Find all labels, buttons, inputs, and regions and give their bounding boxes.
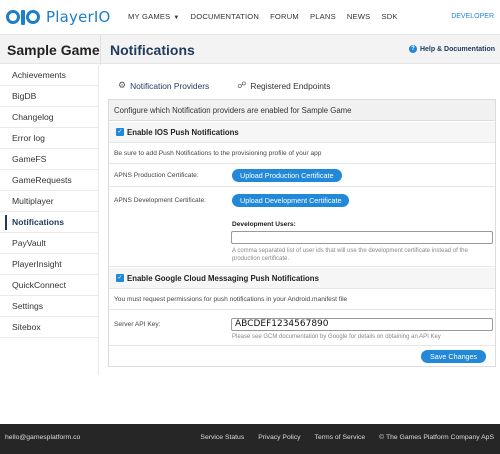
gear-icon: ⚙: [118, 80, 127, 90]
sidebar-item-settings[interactable]: Settings: [0, 296, 98, 317]
sidebar-item-error-log[interactable]: Error log: [0, 128, 98, 149]
nav-forum[interactable]: FORUM: [270, 12, 299, 21]
game-title: Sample Game: [7, 42, 100, 58]
nav-my-games[interactable]: MY GAMES ▼: [128, 12, 180, 21]
api-key-row: Server API Key: ABCDEF1234567890 Please …: [109, 311, 495, 346]
footer-privacy-policy[interactable]: Privacy Policy: [258, 434, 300, 441]
brand-name: PlayerIO: [46, 8, 111, 26]
nav-plans[interactable]: PLANS: [310, 12, 336, 21]
tab-bar: ⚙ Notification Providers ☍ Registered En…: [118, 80, 330, 95]
providers-panel: Configure which Notification providers a…: [108, 99, 496, 367]
title-divider: [100, 35, 101, 65]
playerio-logo[interactable]: PlayerIO: [6, 6, 111, 28]
prod-cert-row: APNS Production Certificate: Upload Prod…: [109, 165, 495, 187]
api-key-label: Server API Key:: [114, 321, 161, 328]
footer: hello@gamesplatform.co Service Status Pr…: [0, 424, 500, 454]
dev-cert-row: APNS Development Certificate: Upload Dev…: [109, 188, 495, 267]
sidebar-item-changelog[interactable]: Changelog: [0, 107, 98, 128]
sidebar-item-bigdb[interactable]: BigDB: [0, 86, 98, 107]
sidebar-item-playerinsight[interactable]: PlayerInsight: [0, 254, 98, 275]
development-users-help: A comma separated list of user ids that …: [232, 248, 468, 262]
sidebar-item-achievements[interactable]: Achievements: [0, 65, 98, 86]
help-documentation-link[interactable]: ? Help & Documentation: [408, 45, 495, 53]
sidebar: Achievements BigDB Changelog Error log G…: [0, 65, 98, 338]
gcm-section-header: ✓ Enable Google Cloud Messaging Push Not…: [109, 268, 495, 289]
main-nav: MY GAMES ▼ DOCUMENTATION FORUM PLANS NEWS…: [128, 12, 409, 21]
sidebar-item-sitebox[interactable]: Sitebox: [0, 317, 98, 338]
save-changes-button[interactable]: Save Changes: [421, 350, 487, 363]
nav-documentation[interactable]: DOCUMENTATION: [191, 12, 260, 21]
caret-down-icon: ▼: [173, 15, 180, 21]
sidebar-item-multiplayer[interactable]: Multiplayer: [0, 191, 98, 212]
prod-cert-label: APNS Production Certificate:: [114, 172, 199, 179]
ios-enable-checkbox[interactable]: ✓: [116, 128, 124, 136]
footer-email-link[interactable]: hello@gamesplatform.co: [5, 434, 80, 441]
tab-notification-providers[interactable]: ⚙ Notification Providers: [118, 80, 209, 95]
sidebar-item-gamefs[interactable]: GameFS: [0, 149, 98, 170]
footer-copyright: © The Games Platform Company ApS: [379, 434, 494, 441]
help-icon: ?: [408, 45, 417, 53]
gcm-note: You must request permissions for push no…: [114, 296, 348, 303]
developer-link[interactable]: DEVELOPER: [451, 13, 494, 20]
sidebar-divider: [98, 65, 99, 375]
top-navigation: PlayerIO MY GAMES ▼ DOCUMENTATION FORUM P…: [0, 0, 500, 34]
nav-sdk[interactable]: SDK: [381, 12, 397, 21]
page-title: Notifications: [110, 42, 195, 58]
dev-cert-label: APNS Development Certificate:: [114, 197, 206, 204]
title-band: Sample Game Notifications ? Help & Docum…: [0, 34, 500, 65]
gcm-enable-label: Enable Google Cloud Messaging Push Notif…: [127, 274, 319, 283]
ios-enable-label: Enable IOS Push Notifications: [127, 128, 239, 137]
gcm-note-row: You must request permissions for push no…: [109, 290, 495, 310]
sidebar-item-gamerequests[interactable]: GameRequests: [0, 170, 98, 191]
endpoints-icon: ☍: [237, 80, 247, 90]
logo-icon: [6, 9, 40, 25]
ios-section-header: ✓ Enable IOS Push Notifications: [109, 122, 495, 143]
upload-production-certificate-button[interactable]: Upload Production Certificate: [232, 169, 342, 182]
panel-heading: Configure which Notification providers a…: [109, 100, 495, 121]
tab-registered-endpoints[interactable]: ☍ Registered Endpoints: [237, 80, 330, 95]
sidebar-item-payvault[interactable]: PayVault: [0, 233, 98, 254]
sidebar-item-quickconnect[interactable]: QuickConnect: [0, 275, 98, 296]
footer-links: Service Status Privacy Policy Terms of S…: [186, 434, 494, 441]
ios-note: Be sure to add Push Notifications to the…: [114, 150, 322, 157]
server-api-key-input[interactable]: ABCDEF1234567890: [231, 318, 493, 331]
development-users-input[interactable]: [231, 231, 493, 244]
gcm-enable-checkbox[interactable]: ✓: [116, 274, 124, 282]
api-key-help: Please see GCM documentation by Google f…: [232, 334, 441, 340]
nav-news[interactable]: NEWS: [347, 12, 371, 21]
development-users-label: Development Users:: [232, 221, 296, 228]
ios-note-row: Be sure to add Push Notifications to the…: [109, 144, 495, 164]
upload-development-certificate-button[interactable]: Upload Development Certificate: [232, 194, 350, 207]
sidebar-item-notifications[interactable]: Notifications: [0, 212, 98, 233]
footer-terms-of-service[interactable]: Terms of Service: [315, 434, 366, 441]
footer-service-status[interactable]: Service Status: [200, 434, 244, 441]
